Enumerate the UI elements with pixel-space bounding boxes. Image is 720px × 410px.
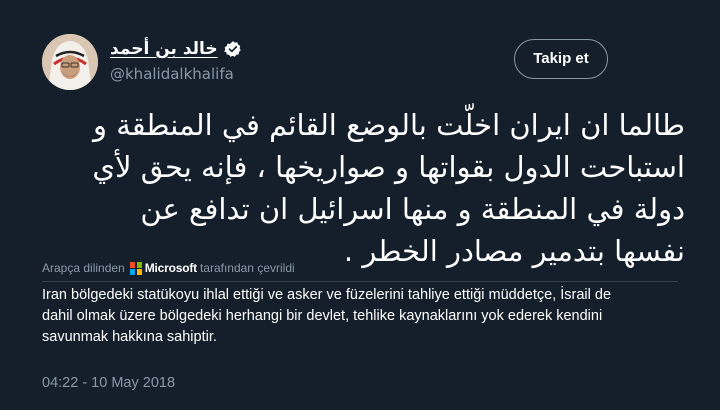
tweet-text-line: استباحت الدول بقواتها و صواريخها ، فإنه … <box>92 150 685 184</box>
author-name-row: خالد بن أحمد <box>110 38 242 60</box>
microsoft-logo[interactable]: Microsoft <box>129 261 197 275</box>
tweet-card: خالد بن أحمد @khalidalkhalifa Takip et ط… <box>0 0 720 410</box>
avatar-image <box>42 34 98 90</box>
translation-line: Iran bölgedeki statükoyu ihlal ettiği ve… <box>42 287 612 303</box>
username[interactable]: @khalidalkhalifa <box>110 64 234 84</box>
translation-text: Iran bölgedeki statükoyu ihlal ettiği ve… <box>42 285 682 348</box>
divider <box>42 281 678 282</box>
translation-line: savunmak hakkına sahiptir. <box>42 329 217 345</box>
translation-provider: Microsoft <box>144 261 197 275</box>
translation-suffix: tarafından çevrildi <box>199 261 295 275</box>
microsoft-squares-icon <box>129 262 143 275</box>
avatar[interactable] <box>42 34 98 90</box>
translation-prefix: Arapça dilinden <box>42 261 125 275</box>
tweet-text-line: دولة في المنطقة و منها اسرائيل ان تدافع … <box>140 192 685 226</box>
translation-line: dahil olmak üzere bölgedeki herhangi bir… <box>42 308 603 324</box>
follow-button[interactable]: Takip et <box>514 39 608 79</box>
translation-attribution: Arapça dilinden Microsoft tarafından çev… <box>42 260 295 276</box>
tweet-timestamp[interactable]: 04:22 - 10 May 2018 <box>42 374 175 392</box>
display-name[interactable]: خالد بن أحمد <box>110 38 218 60</box>
tweet-text: طالما ان ايران اخلّت بالوضع القائم في ال… <box>40 104 685 272</box>
tweet-text-line: طالما ان ايران اخلّت بالوضع القائم في ال… <box>92 108 685 142</box>
verified-badge-icon <box>223 40 242 58</box>
